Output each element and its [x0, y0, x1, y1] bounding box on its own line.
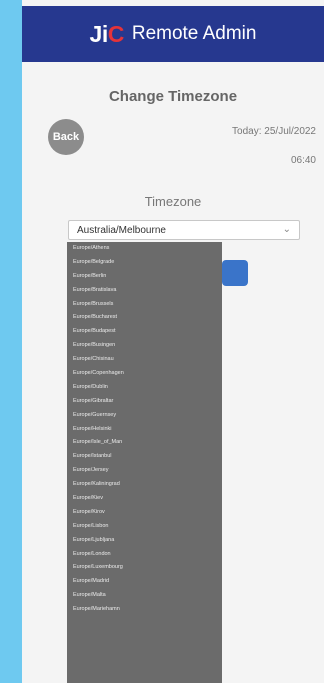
logo-mark: JiC: [89, 20, 125, 47]
timezone-option[interactable]: Europe/Kiev: [67, 492, 222, 506]
timezone-option[interactable]: Europe/Madrid: [67, 575, 222, 589]
timezone-option[interactable]: Europe/Ljubljana: [67, 534, 222, 548]
timezone-option[interactable]: Europe/Istanbul: [67, 450, 222, 464]
chevron-down-icon: ⌄: [282, 224, 291, 235]
timezone-option[interactable]: Europe/Malta: [67, 589, 222, 603]
timezone-option[interactable]: Europe/Jersey: [67, 464, 222, 478]
app-title: Remote Admin: [131, 23, 257, 44]
timezone-option[interactable]: Europe/London: [67, 548, 222, 562]
timezone-option[interactable]: Europe/Kirov: [67, 506, 222, 520]
timezone-option[interactable]: Europe/Guernsey: [67, 409, 222, 423]
timezone-option[interactable]: Europe/Dublin: [67, 381, 222, 395]
timezone-option[interactable]: Europe/Helsinki: [67, 423, 222, 437]
timezone-option[interactable]: Europe/Belgrade: [67, 256, 222, 270]
timezone-option[interactable]: Europe/Luxembourg: [67, 561, 222, 575]
timezone-option[interactable]: Europe/Kaliningrad: [67, 478, 222, 492]
timezone-label: Timezone: [144, 194, 202, 209]
timezone-option[interactable]: Europe/Bucharest: [67, 311, 222, 325]
timezone-option[interactable]: Europe/Chisinau: [67, 353, 222, 367]
timezone-option[interactable]: Europe/Bratislava: [67, 284, 222, 298]
timezone-option[interactable]: Europe/Isle_of_Man: [67, 436, 222, 450]
timezone-option[interactable]: Europe/Mariehamn: [67, 603, 222, 617]
timezone-option[interactable]: Europe/Busingen: [67, 339, 222, 353]
timezone-option[interactable]: Europe/Athens: [67, 242, 222, 256]
timezone-option[interactable]: Europe/Copenhagen: [67, 367, 222, 381]
timezone-selected-value: Australia/Melbourne: [77, 224, 166, 236]
jic-logo: JiC Remote Admin: [90, 21, 257, 48]
timezone-option[interactable]: Europe/Lisbon: [67, 520, 222, 534]
timezone-option[interactable]: Europe/Brussels: [67, 298, 222, 312]
timezone-select[interactable]: Australia/Melbourne ⌄: [68, 220, 300, 240]
app-screen: JiC Remote Admin Change Timezone Back To…: [22, 0, 324, 683]
page-title: Change Timezone: [108, 88, 238, 105]
today-date: Today: 25/Jul/2022: [232, 126, 316, 137]
timezone-option[interactable]: Europe/Berlin: [67, 270, 222, 284]
submit-button-partial[interactable]: [222, 260, 248, 286]
timezone-option[interactable]: Europe/Gibraltar: [67, 395, 222, 409]
back-button[interactable]: Back: [48, 119, 84, 155]
current-time: 06:40: [290, 155, 316, 166]
app-header: JiC Remote Admin: [22, 6, 324, 62]
timezone-dropdown-list: Europe/Athens Europe/Belgrade Europe/Berli…: [67, 242, 222, 683]
timezone-option[interactable]: Europe/Budapest: [67, 325, 222, 339]
